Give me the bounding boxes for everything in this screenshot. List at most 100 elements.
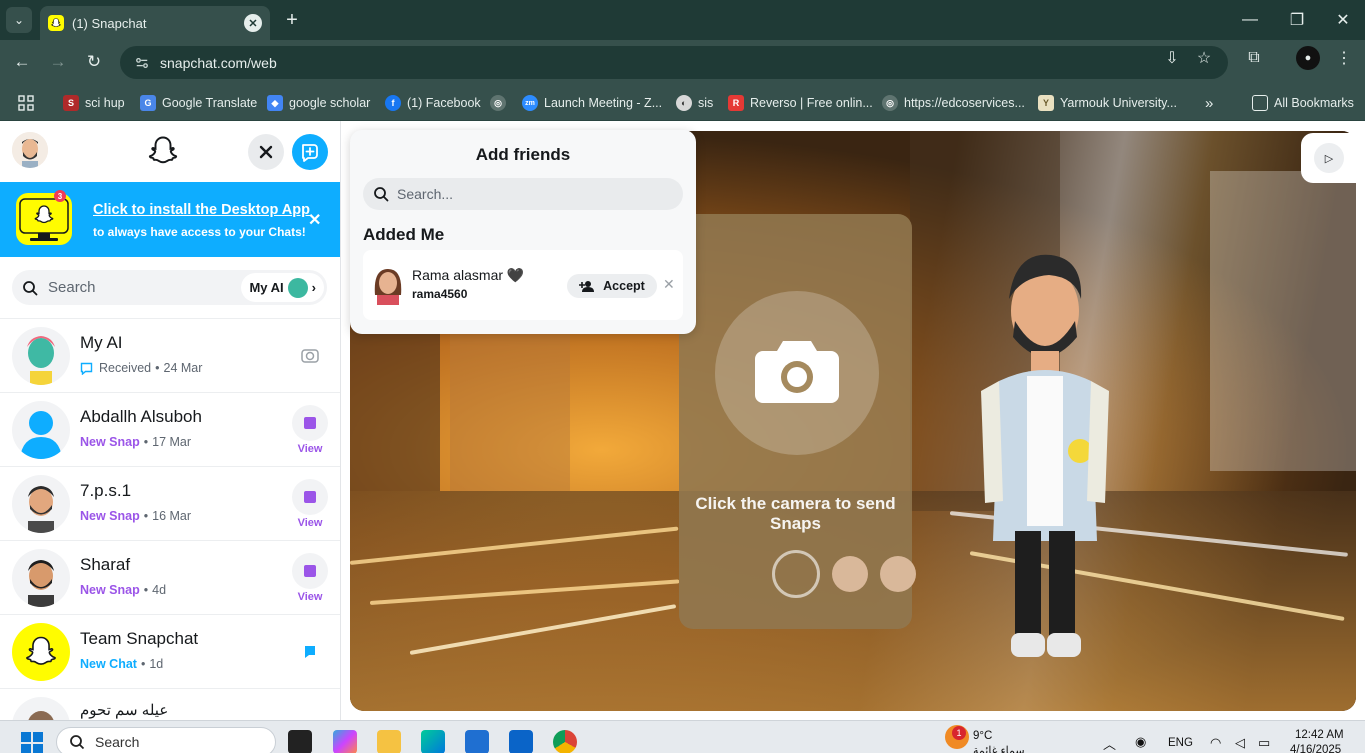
all-bookmarks[interactable]: All Bookmarks: [1252, 92, 1354, 114]
sidebar-header: [0, 121, 340, 182]
snapchat-favicon-icon: [48, 15, 64, 31]
yarmouk-icon: Y: [1038, 95, 1054, 111]
view-snap-button[interactable]: View: [292, 553, 328, 603]
apps-grid-icon[interactable]: [18, 92, 34, 114]
chat-row-7ps1[interactable]: 7.p.s.1 New Snap • 16 Mar View: [0, 466, 340, 540]
bookmark-edcoservices[interactable]: ◎ https://edcoservices...: [882, 92, 1025, 114]
lens-bitmoji-2[interactable]: [880, 556, 916, 592]
browser-tab-snapchat[interactable]: (1) Snapchat ✕: [40, 6, 270, 40]
address-bar[interactable]: snapchat.com/web: [120, 46, 1228, 79]
clock-time[interactable]: 12:42 AM: [1295, 729, 1344, 741]
banner-close-icon[interactable]: ✕: [308, 210, 321, 230]
requester-avatar: [371, 265, 405, 305]
forward-button[interactable]: →: [44, 48, 72, 76]
snapchat-logo-icon[interactable]: [145, 133, 181, 169]
banner-title[interactable]: Click to install the Desktop App: [93, 202, 310, 218]
folder-icon: [1252, 95, 1268, 111]
clock-date[interactable]: 4/16/2025: [1290, 744, 1341, 753]
stories-panel-toggle[interactable]: ▷: [1301, 133, 1365, 183]
translate-icon: G: [140, 95, 156, 111]
profile-avatar[interactable]: ●: [1296, 46, 1320, 70]
view-snap-button[interactable]: View: [292, 479, 328, 529]
bookmark-google-translate[interactable]: G Google Translate: [140, 92, 257, 114]
tray-app-icon[interactable]: ◉: [1135, 734, 1146, 750]
chat-row-group[interactable]: عيله سم تحوم: [0, 688, 340, 720]
chat-row-abdallh[interactable]: Abdallh Alsuboh New Snap • 17 Mar View: [0, 392, 340, 466]
close-window-button[interactable]: ✕: [1323, 6, 1363, 34]
new-chat-bubble-icon[interactable]: [304, 645, 316, 664]
wifi-icon[interactable]: ◠: [1210, 735, 1221, 751]
avatar: [12, 401, 70, 459]
my-ai-chip[interactable]: My AI ›: [241, 273, 324, 302]
taskbar-search[interactable]: Search: [56, 727, 276, 753]
dismiss-request-icon[interactable]: ✕: [663, 276, 675, 293]
bookmark-sis[interactable]: ◐ sis: [676, 92, 713, 114]
chevron-right-icon: ›: [311, 280, 316, 295]
bookmark-zoom[interactable]: zm Launch Meeting - Z...: [522, 92, 662, 114]
camera-icon[interactable]: [301, 347, 319, 368]
install-app-icon[interactable]: ⇩: [1160, 46, 1184, 70]
restore-button[interactable]: ❐: [1277, 6, 1317, 34]
desktop-app-banner[interactable]: 3 Click to install the Desktop App to al…: [0, 182, 340, 257]
bookmark-sci-hup[interactable]: Ssci hup: [63, 92, 125, 114]
globe-icon: ◎: [882, 95, 898, 111]
lens-none-button[interactable]: [772, 550, 820, 598]
minimize-button[interactable]: —: [1230, 6, 1270, 34]
copilot-icon[interactable]: [333, 730, 357, 753]
weather-description: سماء غائمة: [973, 745, 1025, 753]
bookmarks-bar: Ssci hup G Google Translate ◆ google schol…: [0, 85, 1365, 121]
site-info-icon[interactable]: [134, 55, 150, 71]
bookmark-yarmouk[interactable]: Y Yarmouk University...: [1038, 92, 1177, 114]
friend-search-input[interactable]: Search...: [363, 178, 683, 210]
bookmark-globe[interactable]: ◎: [490, 92, 512, 114]
play-icon: ▷: [1314, 143, 1344, 173]
scihub-icon: S: [63, 95, 79, 111]
chat-name: 7.p.s.1: [80, 481, 132, 500]
view-snap-button[interactable]: View: [292, 405, 328, 455]
tab-close-icon[interactable]: ✕: [244, 14, 262, 32]
edge-icon[interactable]: [421, 730, 445, 753]
bookmark-star-icon[interactable]: ☆: [1192, 46, 1216, 70]
file-explorer-icon[interactable]: [377, 730, 401, 753]
tray-overflow-icon[interactable]: ︿: [1103, 734, 1116, 753]
chat-row-sharaf[interactable]: Sharaf New Snap • 4d View: [0, 540, 340, 614]
snap-square-icon: [304, 417, 316, 429]
added-me-heading: Added Me: [363, 225, 445, 244]
chat-search-input[interactable]: Search My AI ›: [12, 270, 327, 305]
sis-icon: ◐: [676, 95, 692, 111]
tab-title: (1) Snapchat: [72, 15, 147, 31]
friend-search-placeholder: Search...: [397, 186, 454, 202]
new-chat-button[interactable]: [292, 134, 328, 170]
chat-status: New Snap • 16 Mar: [80, 509, 192, 523]
input-language[interactable]: ENG: [1168, 737, 1193, 749]
extensions-icon[interactable]: ⧉: [1242, 46, 1266, 70]
bookmark-facebook[interactable]: f (1) Facebook: [385, 92, 481, 114]
camera-prompt: Click the camera to send Snaps: [695, 494, 896, 533]
chat-row-team-snapchat[interactable]: Team Snapchat New Chat • 1d: [0, 614, 340, 688]
reload-button[interactable]: ↻: [80, 48, 108, 76]
camera-capture-button[interactable]: [715, 291, 879, 455]
add-friend-icon: [579, 281, 595, 292]
chat-row-my-ai[interactable]: My AI Received • 24 Mar: [0, 318, 340, 392]
back-button[interactable]: ←: [8, 48, 36, 76]
globe-icon: ◎: [490, 95, 506, 111]
task-view-icon[interactable]: [288, 730, 312, 753]
bookmark-google-scholar[interactable]: ◆ google scholar: [267, 92, 370, 114]
profile-avatar-bitmoji[interactable]: [12, 132, 48, 168]
chrome-icon[interactable]: [553, 730, 577, 753]
new-tab-button[interactable]: +: [280, 8, 304, 32]
battery-icon[interactable]: ▭: [1258, 735, 1270, 751]
bookmark-reverso[interactable]: R Reverso | Free onlin...: [728, 92, 873, 114]
chrome-menu-icon[interactable]: ⋮: [1332, 46, 1356, 70]
lens-bitmoji-1[interactable]: [832, 556, 868, 592]
accept-friend-button[interactable]: Accept: [567, 274, 657, 298]
windows-start-icon[interactable]: [20, 731, 44, 753]
tab-search-button[interactable]: ⌄: [6, 7, 32, 33]
close-add-friends-button[interactable]: [248, 134, 284, 170]
banner-subtitle: to always have access to your Chats!: [93, 225, 306, 239]
url-text: snapchat.com/web: [160, 54, 277, 71]
more-bookmarks-icon[interactable]: »: [1205, 92, 1213, 114]
outlook-icon[interactable]: [509, 730, 533, 753]
store-icon[interactable]: [465, 730, 489, 753]
volume-icon[interactable]: ◁: [1235, 735, 1245, 751]
